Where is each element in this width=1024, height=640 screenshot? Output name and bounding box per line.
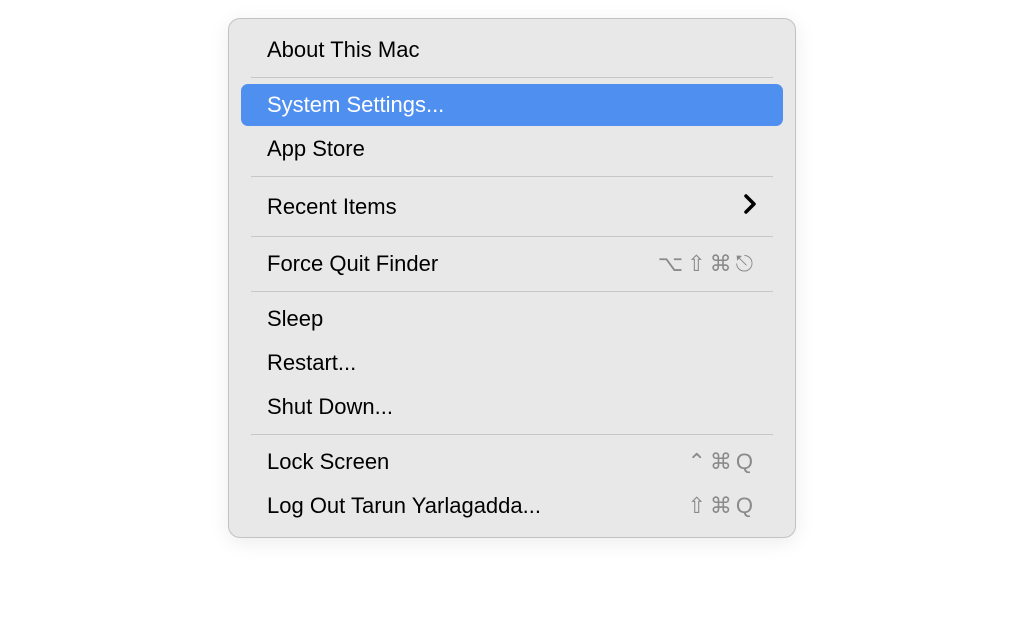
- menu-item-label: Restart...: [267, 350, 757, 376]
- menu-separator: [251, 291, 773, 292]
- menu-item-lock-screen[interactable]: Lock Screen ⌃ ⌘ Q: [241, 441, 783, 483]
- menu-separator: [251, 176, 773, 177]
- menu-item-label: App Store: [267, 136, 757, 162]
- menu-item-shut-down[interactable]: Shut Down...: [241, 386, 783, 428]
- menu-item-label: Log Out Tarun Yarlagadda...: [267, 493, 687, 519]
- command-key-icon: ⌘: [710, 449, 736, 475]
- command-key-icon: ⌘: [710, 251, 736, 277]
- chevron-right-icon: [743, 191, 757, 222]
- q-key: Q: [736, 493, 757, 519]
- option-key-icon: ⌥: [658, 251, 687, 277]
- menu-item-sleep[interactable]: Sleep: [241, 298, 783, 340]
- menu-item-restart[interactable]: Restart...: [241, 342, 783, 384]
- keyboard-shortcut: ⇧ ⌘ Q: [687, 493, 757, 519]
- menu-item-force-quit-finder[interactable]: Force Quit Finder ⌥ ⇧ ⌘ ⎋: [241, 243, 783, 285]
- keyboard-shortcut: ⌃ ⌘ Q: [687, 449, 757, 475]
- shift-key-icon: ⇧: [687, 493, 709, 519]
- menu-item-label: Force Quit Finder: [267, 251, 658, 277]
- apple-menu: About This Mac System Settings... App St…: [228, 18, 796, 538]
- q-key: Q: [736, 449, 757, 475]
- menu-item-label: System Settings...: [267, 92, 757, 118]
- menu-item-label: Shut Down...: [267, 394, 757, 420]
- menu-separator: [251, 236, 773, 237]
- menu-item-log-out[interactable]: Log Out Tarun Yarlagadda... ⇧ ⌘ Q: [241, 485, 783, 527]
- menu-item-recent-items[interactable]: Recent Items: [241, 183, 783, 230]
- menu-item-label: Sleep: [267, 306, 757, 332]
- menu-item-label: Lock Screen: [267, 449, 687, 475]
- menu-item-label: Recent Items: [267, 194, 743, 220]
- menu-item-system-settings[interactable]: System Settings...: [241, 84, 783, 126]
- control-key-icon: ⌃: [687, 449, 709, 475]
- menu-item-about-this-mac[interactable]: About This Mac: [241, 29, 783, 71]
- menu-item-app-store[interactable]: App Store: [241, 128, 783, 170]
- menu-separator: [251, 77, 773, 78]
- shift-key-icon: ⇧: [687, 251, 709, 277]
- command-key-icon: ⌘: [710, 493, 736, 519]
- keyboard-shortcut: ⌥ ⇧ ⌘ ⎋: [658, 251, 757, 277]
- menu-separator: [251, 434, 773, 435]
- escape-key-icon: ⎋: [736, 251, 757, 277]
- menu-item-label: About This Mac: [267, 37, 757, 63]
